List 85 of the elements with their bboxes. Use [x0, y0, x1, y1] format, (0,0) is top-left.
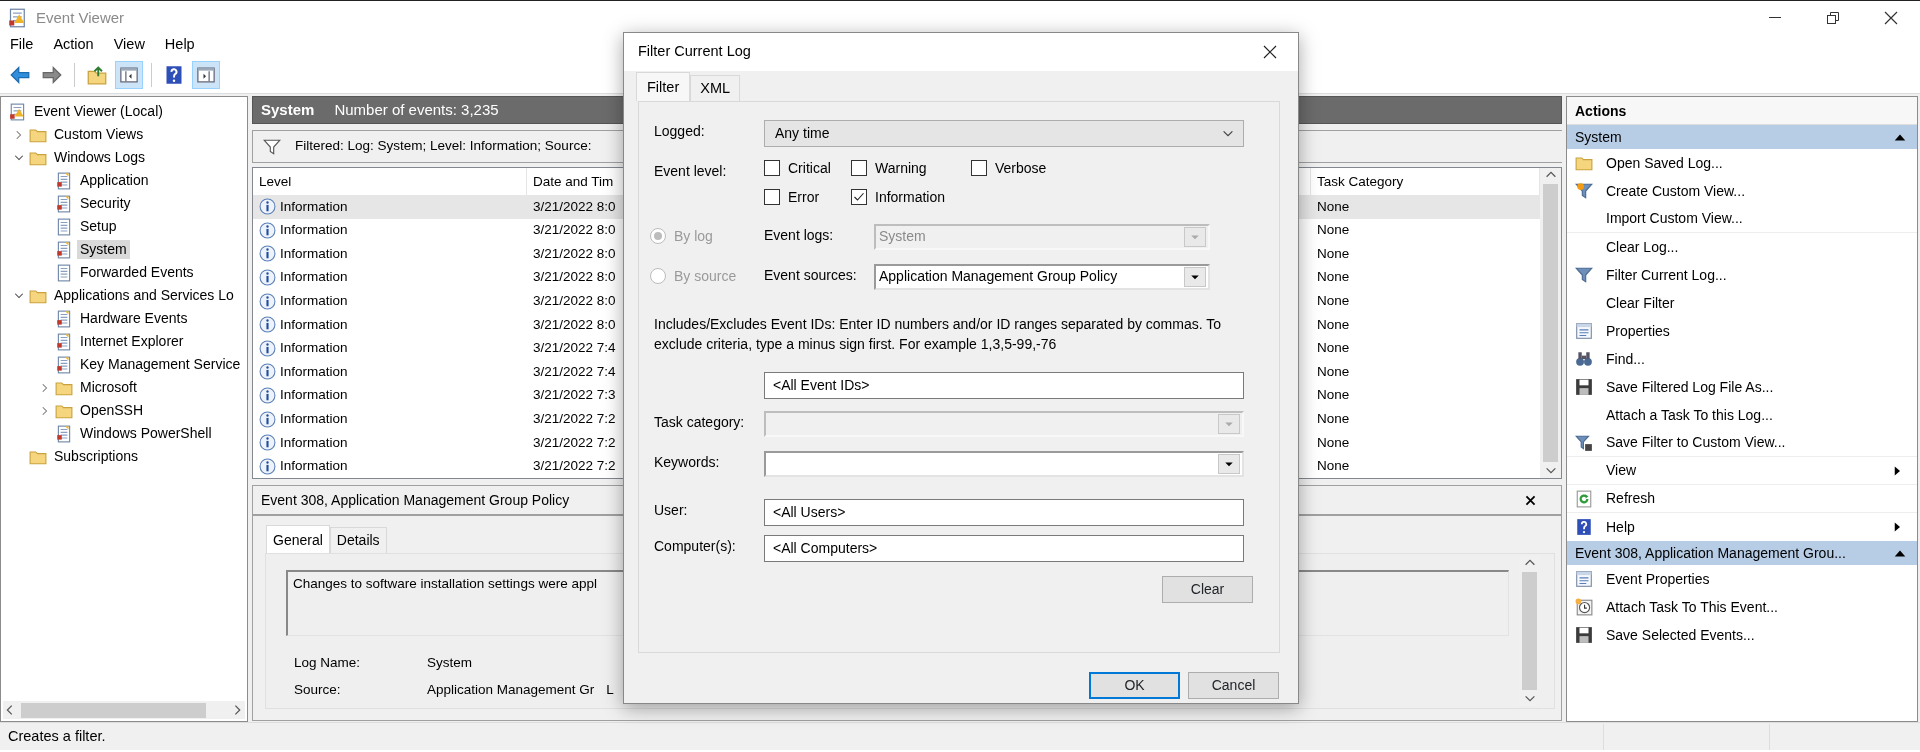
level-text: Information	[280, 269, 348, 286]
level-text: Information	[280, 458, 348, 475]
table-cell: None	[1317, 411, 1350, 428]
table-cell: None	[1317, 293, 1350, 310]
table-cell: None	[1317, 222, 1350, 239]
radio-label: By source	[674, 267, 737, 285]
field-label: Computer(s):	[654, 536, 737, 555]
checkbox-label: Error	[788, 188, 820, 206]
pane-title: Actions	[1567, 97, 1917, 125]
checkbox-label: Information	[875, 188, 946, 206]
action-label: Create Custom View...	[1606, 182, 1746, 200]
action-label: Save Filter to Custom View...	[1606, 434, 1786, 451]
field-label: Event logs:	[764, 225, 835, 244]
field-label: User:	[654, 500, 689, 519]
level-text: Information	[280, 340, 348, 357]
field-value: System	[427, 655, 472, 672]
table-cell: 3/21/2022 7:2	[533, 458, 616, 475]
table-cell: None	[1317, 316, 1350, 333]
action-label: Help	[1606, 518, 1635, 536]
action-label: Clear Log...	[1606, 238, 1679, 256]
checkbox-label: Verbose	[995, 160, 1047, 177]
field-label: Source:	[294, 682, 342, 699]
level-text: Information	[280, 222, 348, 239]
table-cell: 3/21/2022 8:0	[533, 198, 616, 215]
level-text: Information	[280, 434, 348, 451]
action-label: Properties	[1606, 322, 1670, 340]
table-cell: None	[1317, 387, 1350, 404]
action-label: Event Properties	[1606, 570, 1710, 588]
window-title: Event Viewer	[36, 8, 125, 27]
section-title: Event 308, Application Management Grou...	[1575, 544, 1846, 562]
action-label: Attach a Task To this Log...	[1606, 406, 1773, 424]
field-label: Task category:	[654, 412, 746, 431]
dialog-title: Filter Current Log	[638, 43, 751, 61]
field-label: L	[606, 682, 614, 699]
level-text: Information	[280, 293, 348, 310]
radio-label: By log	[674, 227, 713, 245]
action-label: View	[1606, 462, 1637, 479]
table-cell: 3/21/2022 7:2	[533, 434, 616, 451]
table-cell: None	[1317, 363, 1350, 381]
table-cell: 3/21/2022 8:0	[533, 245, 616, 263]
field-label: Keywords:	[654, 452, 721, 471]
checkbox-label: Critical	[788, 160, 831, 177]
level-text: Information	[280, 387, 348, 404]
action-label: Clear Filter	[1606, 294, 1675, 312]
level-text: Information	[280, 363, 348, 381]
action-label: Attach Task To This Event...	[1606, 598, 1778, 616]
section-title: System	[1575, 128, 1622, 146]
table-cell: None	[1317, 434, 1350, 451]
table-cell: 3/21/2022 8:0	[533, 269, 616, 286]
event-count: Number of events: 3,235	[334, 101, 499, 119]
table-cell: 3/21/2022 7:3	[533, 387, 616, 404]
table-cell: 3/21/2022 8:0	[533, 222, 616, 239]
field-label: Event sources:	[764, 265, 858, 284]
action-label: Filter Current Log...	[1606, 266, 1727, 284]
help-text: Includes/Excludes Event IDs: Enter ID numbers and/or ID ranges separated by commas. To exclude criteria, type a minus sign first. For example 1,3,5-99,-76	[654, 314, 1222, 354]
table-cell: 3/21/2022 7:2	[533, 411, 616, 428]
table-cell: 3/21/2022 8:0	[533, 316, 616, 333]
table-cell: None	[1317, 245, 1350, 263]
checkbox-label: Warning	[875, 160, 927, 177]
level-text: Information	[280, 198, 348, 215]
log-title: System	[261, 101, 315, 119]
action-label: Refresh	[1606, 490, 1656, 507]
field-label: Logged:	[654, 122, 706, 140]
action-label: Open Saved Log...	[1606, 154, 1723, 172]
level-text: Information	[280, 411, 348, 428]
status-text: Creates a filter.	[8, 727, 106, 746]
field-value: Application Management Gr	[427, 682, 595, 699]
action-label: Save Selected Events...	[1606, 626, 1755, 644]
event-title: Event 308, Application Management Group Policy	[261, 491, 570, 509]
field-label: Event level:	[654, 162, 728, 180]
filter-summary: Filtered: Log: System; Level: Information; Source:	[295, 138, 592, 155]
level-text: Information	[280, 316, 348, 333]
field-label: Log Name:	[294, 655, 362, 672]
level-text: Information	[280, 245, 348, 263]
table-cell: None	[1317, 198, 1350, 215]
action-label: Import Custom View...	[1606, 210, 1743, 227]
table-cell: None	[1317, 340, 1350, 357]
table-cell: 3/21/2022 7:4	[533, 340, 616, 357]
table-cell: None	[1317, 269, 1350, 286]
table-cell: 3/21/2022 7:4	[533, 363, 616, 381]
table-cell: None	[1317, 458, 1350, 475]
table-cell: 3/21/2022 8:0	[533, 293, 616, 310]
action-label: Find...	[1606, 350, 1645, 368]
select-field: System	[874, 223, 1210, 250]
action-label: Save Filtered Log File As...	[1606, 378, 1774, 396]
